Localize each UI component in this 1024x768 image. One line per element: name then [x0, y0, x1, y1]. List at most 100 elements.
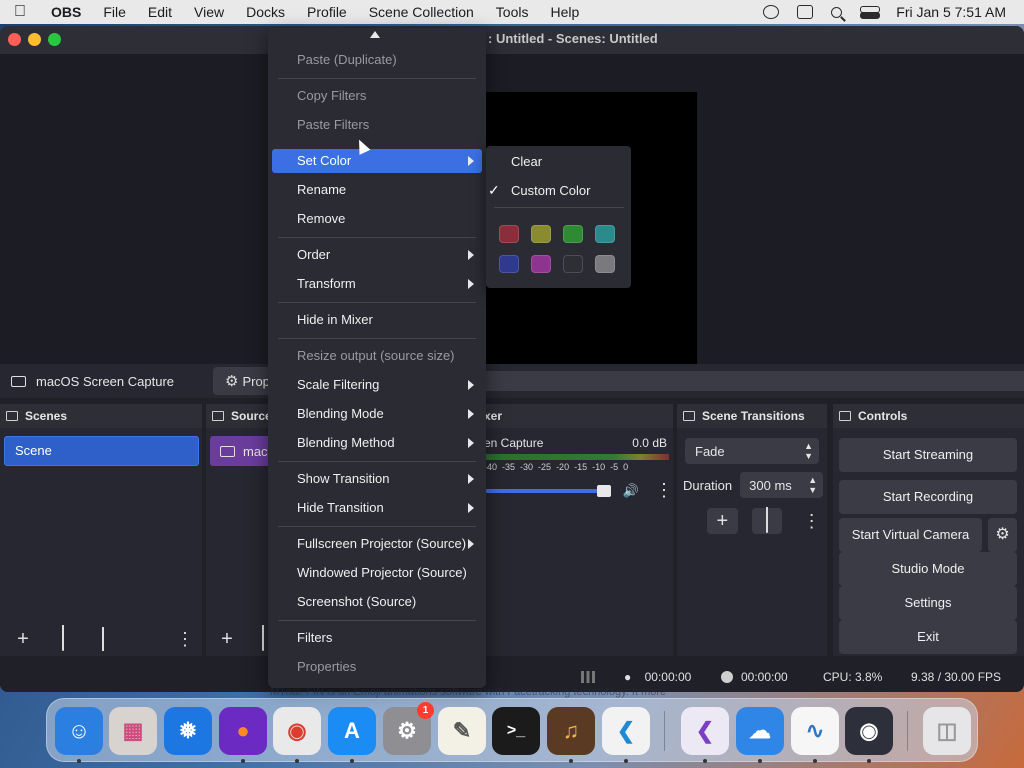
menu-tools[interactable]: Tools — [485, 4, 540, 20]
running-indicator — [350, 759, 354, 763]
menu-item-fullscreen-projector[interactable]: Fullscreen Projector (Source) — [272, 532, 482, 556]
menu-item-blending-mode[interactable]: Blending Mode — [272, 402, 482, 426]
menu-obs[interactable]: OBS — [40, 4, 92, 20]
menubar-clock[interactable]: Fri Jan 5 7:51 AM — [896, 4, 1006, 20]
obs-icon[interactable]: ◉ — [845, 707, 893, 755]
remove-transition-button[interactable] — [751, 507, 783, 534]
app-store-icon[interactable]: A — [328, 707, 376, 755]
studio-mode-button[interactable]: Studio Mode — [839, 552, 1017, 586]
menu-item-blending-method[interactable]: Blending Method — [272, 431, 482, 455]
menu-item-set-color[interactable]: Set Color — [272, 149, 482, 173]
menu-item-transform[interactable]: Transform — [272, 272, 482, 296]
scene-more-options-icon[interactable]: ⋮ — [174, 628, 196, 650]
start-streaming-button[interactable]: Start Streaming — [839, 438, 1017, 472]
garageband-icon[interactable]: ♫ — [547, 707, 595, 755]
system-settings-icon[interactable]: ⚙ 1 — [383, 702, 434, 755]
scroll-up-icon[interactable] — [370, 31, 380, 38]
menu-item-hide-transition[interactable]: Hide Transition — [272, 496, 482, 520]
menu-profile[interactable]: Profile — [296, 4, 358, 20]
menu-item-filters[interactable]: Filters — [272, 626, 482, 650]
menu-item-blending-mode-label: Blending Mode — [297, 406, 384, 421]
volume-slider[interactable] — [484, 484, 611, 497]
menu-item-hide-in-mixer[interactable]: Hide in Mixer — [272, 308, 482, 332]
color-swatch-dark[interactable] — [563, 255, 583, 273]
record-timer: 00:00:00 — [721, 670, 788, 684]
menu-edit[interactable]: Edit — [137, 4, 183, 20]
menu-item-copy-filters[interactable]: Copy Filters — [272, 84, 482, 108]
exit-button[interactable]: Exit — [839, 620, 1017, 654]
add-scene-button[interactable]: + — [12, 628, 34, 650]
color-swatch-green[interactable] — [563, 225, 583, 243]
transition-more-options-icon[interactable]: ⋮ — [796, 508, 827, 534]
vscode-icon[interactable]: ❮ — [602, 707, 650, 755]
menu-item-show-transition[interactable]: Show Transition — [272, 467, 482, 491]
window-close-button[interactable] — [8, 33, 21, 46]
terminal-icon[interactable]: >_ — [492, 707, 540, 755]
menu-item-remove[interactable]: Remove — [272, 207, 482, 231]
textedit-icon[interactable]: ✎ — [438, 707, 486, 755]
settings-button[interactable]: Settings — [839, 586, 1017, 620]
duration-value: 300 ms — [749, 477, 792, 493]
visual-studio-icon[interactable]: ❮ — [681, 707, 729, 755]
menu-item-windowed-projector[interactable]: Windowed Projector (Source) — [272, 561, 482, 585]
firefox-icon[interactable]: ● — [219, 707, 267, 755]
menu-item-paste-duplicate[interactable]: Paste (Duplicate) — [272, 48, 482, 72]
menu-item-show-transition-label: Show Transition — [297, 471, 390, 486]
mixer-more-options-icon[interactable]: ⋮ — [655, 480, 673, 501]
spotlight-search-icon[interactable] — [831, 6, 843, 18]
control-center-icon[interactable] — [860, 5, 881, 19]
submenu-arrow-icon — [468, 474, 474, 484]
scene-filters-button[interactable] — [92, 627, 114, 651]
menu-file[interactable]: File — [92, 4, 137, 20]
menu-item-fullscreen-projector-label: Fullscreen Projector (Source) — [297, 536, 467, 551]
menu-item-order[interactable]: Order — [272, 243, 482, 267]
weather-icon[interactable]: ☁ — [736, 707, 784, 755]
submenu-item-custom-color[interactable]: Custom Color — [511, 183, 590, 198]
color-swatch-blue[interactable] — [499, 255, 519, 273]
menu-item-paste-filters[interactable]: Paste Filters — [272, 113, 482, 137]
add-source-button[interactable]: + — [218, 628, 236, 650]
safari-icon[interactable]: ❅ — [164, 707, 212, 755]
window-minimize-button[interactable] — [28, 33, 41, 46]
color-swatch-magenta[interactable] — [531, 255, 551, 273]
menu-scene-collection[interactable]: Scene Collection — [358, 4, 485, 20]
freeform-icon[interactable]: ∿ — [791, 707, 839, 755]
remove-scene-button[interactable] — [52, 625, 74, 651]
speaker-icon[interactable]: 🔊 — [623, 483, 639, 499]
menu-item-scale-filtering[interactable]: Scale Filtering — [272, 373, 482, 397]
stream-indicator-icon: ●︎ — [624, 670, 632, 684]
color-swatch-red[interactable] — [499, 225, 519, 243]
start-recording-button[interactable]: Start Recording — [839, 480, 1017, 514]
virtual-camera-settings-icon[interactable]: ⚙ — [988, 518, 1017, 552]
window-switcher-icon[interactable] — [797, 5, 814, 19]
menu-item-set-color-label: Set Color — [297, 153, 352, 168]
start-virtual-camera-button[interactable]: Start Virtual Camera — [839, 518, 982, 552]
menu-view[interactable]: View — [183, 4, 235, 20]
checkmark-icon: ✓ — [488, 182, 500, 198]
scenes-dock-title: Scenes — [25, 409, 68, 423]
trash-icon[interactable]: ◫ — [923, 707, 971, 755]
transition-select[interactable]: Fade ▲ ▼ — [685, 438, 819, 464]
finder-icon[interactable]: ☺ — [55, 707, 103, 755]
launchpad-icon[interactable]: ▦ — [109, 707, 157, 755]
add-transition-button[interactable]: + — [707, 508, 738, 534]
running-indicator — [758, 759, 762, 763]
menu-docks[interactable]: Docks — [235, 4, 296, 20]
color-swatch-gray[interactable] — [595, 255, 615, 273]
duration-spinbox[interactable]: 300 ms ▲ ▼ — [740, 472, 824, 498]
source-list-item[interactable]: mac — [210, 436, 272, 466]
window-maximize-button[interactable] — [48, 33, 61, 46]
apple-logo-icon[interactable]:  — [0, 3, 40, 21]
chrome-icon[interactable]: ◉ — [273, 707, 321, 755]
menu-help[interactable]: Help — [539, 4, 590, 20]
meter-tick: -35 — [502, 462, 516, 472]
submenu-item-clear[interactable]: Clear — [511, 154, 542, 169]
menu-item-properties[interactable]: Properties — [272, 655, 482, 679]
menu-item-resize-output[interactable]: Resize output (source size) — [272, 344, 482, 368]
menu-item-rename[interactable]: Rename — [272, 178, 482, 202]
scene-list-item[interactable]: Scene — [4, 436, 199, 466]
vpn-status-icon[interactable] — [763, 5, 780, 19]
color-swatch-yellow[interactable] — [531, 225, 551, 243]
color-swatch-teal[interactable] — [595, 225, 615, 243]
menu-item-screenshot[interactable]: Screenshot (Source) — [272, 590, 482, 614]
